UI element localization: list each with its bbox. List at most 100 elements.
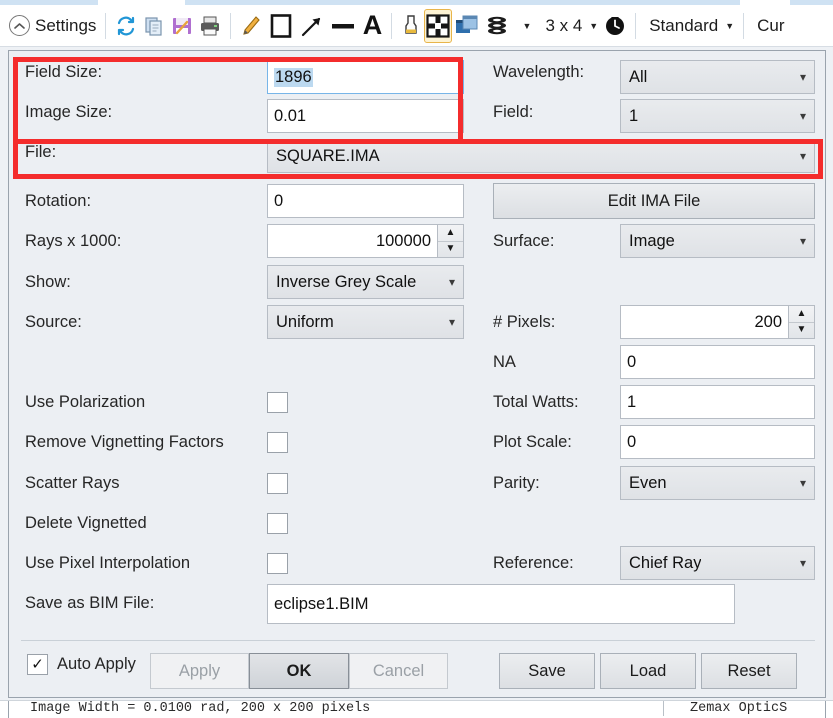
reset-label: Reset bbox=[727, 661, 771, 680]
current-label: Cur bbox=[757, 15, 785, 35]
auto-apply-checkbox[interactable]: ✓ bbox=[27, 654, 48, 675]
chevron-down-icon: ▾ bbox=[799, 234, 806, 248]
print-icon[interactable] bbox=[196, 9, 224, 43]
chevron-down-icon: ▼ bbox=[522, 20, 532, 31]
status-divider bbox=[663, 701, 664, 716]
checkbox-row-scatter-rays[interactable]: Scatter Rays bbox=[25, 474, 119, 493]
load-label: Load bbox=[629, 661, 667, 680]
save-label: Save bbox=[528, 661, 566, 680]
use-pixel-interpolation-checkbox[interactable] bbox=[267, 553, 288, 574]
row-wavelength: Wavelength: bbox=[493, 63, 584, 82]
checkbox-row-delete-vignetted[interactable]: Delete Vignetted bbox=[25, 514, 147, 533]
color-picker-icon[interactable] bbox=[398, 9, 424, 43]
spinner-down-icon[interactable]: ▼ bbox=[789, 323, 814, 339]
toolbar-separator bbox=[743, 12, 745, 39]
cancel-button[interactable]: Cancel bbox=[349, 653, 448, 689]
delete-vignetted-checkbox[interactable] bbox=[267, 513, 288, 534]
checkbox-row-use-polarization[interactable]: Use Polarization bbox=[25, 393, 285, 412]
field-value: 1 bbox=[629, 106, 639, 125]
image-size-label: Image Size: bbox=[25, 103, 113, 121]
toolbar-separator bbox=[230, 12, 232, 39]
remove-vignetting-label: Remove Vignetting Factors bbox=[25, 433, 224, 451]
line-icon[interactable] bbox=[327, 9, 359, 43]
windows-cascade-icon[interactable] bbox=[452, 9, 482, 43]
checkbox-row-remove-vignetting[interactable]: Remove Vignetting Factors bbox=[25, 433, 224, 452]
pixels-value: 200 bbox=[754, 312, 782, 331]
save-icon[interactable] bbox=[168, 9, 196, 43]
grid-size-selector[interactable]: 3 x 4 ▼ bbox=[538, 9, 601, 43]
toolbar-separator bbox=[105, 12, 107, 39]
status-bar: Image Width = 0.0100 rad, 200 x 200 pixe… bbox=[0, 700, 833, 718]
clock-icon[interactable] bbox=[601, 9, 629, 43]
chevron-down-icon: ▼ bbox=[725, 20, 735, 31]
chevron-down-icon: ▾ bbox=[799, 149, 806, 163]
pixels-input[interactable]: 200 bbox=[620, 305, 789, 339]
spinner-down-icon[interactable]: ▼ bbox=[438, 242, 463, 258]
checkbox-row-pixel-interpolation[interactable]: Use Pixel Interpolation bbox=[25, 554, 190, 573]
auto-apply-row: Auto Apply bbox=[57, 655, 136, 674]
reference-label: Reference: bbox=[493, 554, 574, 572]
refresh-icon[interactable] bbox=[112, 9, 140, 43]
arrow-icon[interactable] bbox=[297, 9, 327, 43]
chevron-down-icon: ▾ bbox=[799, 70, 806, 84]
surface-label: Surface: bbox=[493, 232, 555, 250]
copy-icon[interactable] bbox=[140, 9, 168, 43]
wavelength-combobox[interactable]: All ▾ bbox=[620, 60, 815, 94]
current-selector[interactable]: Cur bbox=[750, 9, 791, 43]
row-image-size: Image Size: bbox=[25, 103, 112, 122]
rotation-input[interactable]: 0 bbox=[267, 184, 464, 218]
parity-value: Even bbox=[629, 473, 667, 492]
file-combobox[interactable]: SQUARE.IMA ▾ bbox=[267, 139, 815, 173]
pixels-spinner[interactable]: ▲ ▼ bbox=[789, 305, 815, 339]
scatter-rays-checkbox[interactable] bbox=[267, 473, 288, 494]
show-combobox[interactable]: Inverse Grey Scale ▾ bbox=[267, 265, 464, 299]
load-button[interactable]: Load bbox=[600, 653, 696, 689]
chevron-down-icon: ▾ bbox=[448, 315, 455, 329]
row-na: NA bbox=[493, 353, 516, 372]
parity-combobox[interactable]: Even ▾ bbox=[620, 466, 815, 500]
edit-ima-file-button[interactable]: Edit IMA File bbox=[493, 183, 815, 219]
spinner-up-icon[interactable]: ▲ bbox=[789, 306, 814, 323]
rays-spinner[interactable]: ▲ ▼ bbox=[438, 224, 464, 258]
row-parity: Parity: bbox=[493, 474, 540, 493]
settings-collapse-button[interactable]: Settings bbox=[6, 9, 99, 43]
field-size-input[interactable]: 1896 bbox=[267, 60, 464, 94]
save-button[interactable]: Save bbox=[499, 653, 595, 689]
style-selector[interactable]: Standard ▼ bbox=[642, 9, 737, 43]
text-icon[interactable]: A bbox=[359, 9, 385, 43]
file-label: File: bbox=[25, 143, 57, 161]
row-source: Source: bbox=[25, 313, 82, 332]
use-polarization-checkbox[interactable] bbox=[267, 392, 288, 413]
pixels-stepper[interactable]: 200 ▲ ▼ bbox=[620, 305, 815, 339]
toolbar-separator bbox=[635, 12, 637, 39]
image-size-input[interactable]: 0.01 bbox=[267, 99, 464, 133]
grid-layout-icon[interactable] bbox=[424, 8, 453, 43]
field-size-label: Field Size: bbox=[25, 63, 103, 81]
rays-input[interactable]: 100000 bbox=[267, 224, 438, 258]
field-combobox[interactable]: 1 ▾ bbox=[620, 99, 815, 133]
reference-combobox[interactable]: Chief Ray ▾ bbox=[620, 546, 815, 580]
remove-vignetting-checkbox[interactable] bbox=[267, 432, 288, 453]
delete-vignetted-label: Delete Vignetted bbox=[25, 514, 147, 532]
layers-dropdown-arrow[interactable]: ▼ bbox=[512, 9, 538, 43]
source-value: Uniform bbox=[276, 312, 334, 331]
spinner-up-icon[interactable]: ▲ bbox=[438, 225, 463, 242]
row-rays: Rays x 1000: bbox=[25, 232, 121, 251]
layers-icon[interactable] bbox=[482, 9, 512, 43]
rays-stepper[interactable]: 100000 ▲ ▼ bbox=[267, 224, 464, 258]
chevron-down-icon: ▾ bbox=[799, 556, 806, 570]
save-bim-input[interactable]: eclipse1.BIM bbox=[267, 584, 735, 624]
total-watts-input[interactable]: 1 bbox=[620, 385, 815, 419]
reference-value: Chief Ray bbox=[629, 553, 702, 572]
surface-combobox[interactable]: Image ▾ bbox=[620, 224, 815, 258]
reset-button[interactable]: Reset bbox=[701, 653, 797, 689]
plot-scale-input[interactable]: 0 bbox=[620, 425, 815, 459]
application-window: Settings A ▼ 3 x 4 ▼ Standard ▼ Cur Fiel… bbox=[0, 0, 833, 718]
source-combobox[interactable]: Uniform ▾ bbox=[267, 305, 464, 339]
pencil-icon[interactable] bbox=[237, 9, 265, 43]
apply-button[interactable]: Apply bbox=[150, 653, 249, 689]
rectangle-icon[interactable] bbox=[265, 9, 297, 43]
ok-button[interactable]: OK bbox=[249, 653, 349, 689]
plot-scale-label: Plot Scale: bbox=[493, 433, 572, 451]
na-input[interactable]: 0 bbox=[620, 345, 815, 379]
